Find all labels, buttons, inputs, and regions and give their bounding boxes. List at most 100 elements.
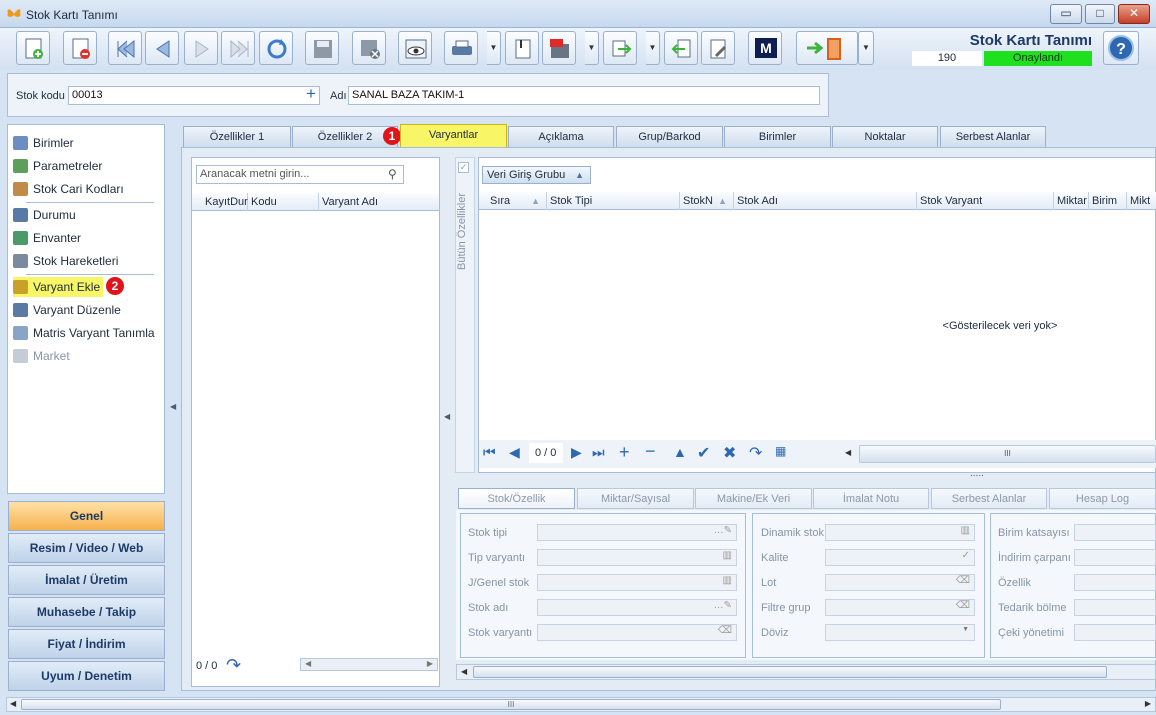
preview-button[interactable] [398,31,432,65]
scroll-right-icon[interactable]: ▶ [427,659,433,668]
nav-item-birimler[interactable]: Birimler [13,133,161,153]
dynamic-stock-field[interactable]: ▥ [825,524,975,541]
window-hscroll-thumb[interactable]: III [21,699,1001,710]
m-button[interactable]: M [748,31,782,65]
stock-variant-field[interactable]: ⌫ [537,624,737,641]
barcode-icon[interactable]: ▥ [723,575,732,586]
eraser-icon[interactable]: ⌫ [956,600,970,611]
fields-hscroll[interactable]: ◀ [456,664,1156,680]
plus-icon[interactable]: + [306,84,316,104]
nav-item-envanter[interactable]: Envanter [13,228,161,248]
search-input[interactable]: Aranacak metni girin... [196,165,404,184]
subtab-miktar[interactable]: Miktar/Sayısal [577,488,694,509]
splitter-grip[interactable]: ..... [970,468,984,479]
discount-factor-field[interactable] [1074,549,1156,566]
group-imalat[interactable]: İmalat / Üretim [8,565,165,595]
nav-item-durumu[interactable]: Durumu [13,205,161,225]
column-header[interactable]: Miktar [1054,192,1089,210]
column-header[interactable]: Stok Varyant [917,192,1054,210]
save-close-button[interactable] [352,31,386,65]
supply-split-field[interactable] [1074,599,1156,616]
pdf-button[interactable] [542,31,576,65]
column-header[interactable]: Kodu [248,193,319,211]
tab-serbest-alanlar[interactable]: Serbest Alanlar [940,126,1046,147]
last-record-icon[interactable]: ⏭ [592,444,605,461]
print-dropdown[interactable]: ▼ [487,31,501,65]
tab-grup-barkod[interactable]: Grup/Barkod [616,126,723,147]
general-stock-field[interactable]: ▥ [537,574,737,591]
print-button[interactable] [444,31,478,65]
collapse-mid-icon[interactable]: ◀ [444,412,450,421]
cancel-icon[interactable]: ✖ [723,443,736,463]
edit-icon[interactable]: …✎ [714,600,732,611]
scroll-right-icon[interactable]: ▶ [1145,699,1151,708]
move-up-icon[interactable]: ▲ [673,444,687,460]
maximize-button[interactable]: □ [1085,4,1115,24]
tab-aciklama[interactable]: Açıklama [508,126,614,147]
all-properties-checkbox[interactable]: ✓ [458,162,469,173]
column-header[interactable]: Varyant Adı [319,193,439,211]
nav-item-varyant-duzenle[interactable]: Varyant Düzenle [13,300,161,320]
column-header[interactable]: Mikt [1127,192,1156,210]
help-button[interactable]: ? [1103,31,1139,65]
refresh-button[interactable] [259,31,293,65]
main-grid-hscroll[interactable]: III [859,445,1156,463]
tools-button[interactable] [701,31,735,65]
stock-name-field[interactable]: …✎ [537,599,737,616]
column-header[interactable]: Stok Tipi [547,192,680,210]
group-genel[interactable]: Genel [8,501,165,531]
scroll-left-icon[interactable]: ◀ [845,448,851,457]
import-button[interactable] [664,31,698,65]
column-header[interactable]: Birim [1089,192,1127,210]
pdf-dropdown[interactable]: ▼ [585,31,599,65]
name-input[interactable]: SANAL BAZA TAKIM-1 [348,86,820,105]
column-header[interactable]: StokNo▲ [680,192,734,210]
save-button[interactable] [305,31,339,65]
tab-ozellikler-1[interactable]: Özellikler 1 [183,126,291,147]
chevron-down-icon[interactable]: ▼ [962,626,969,633]
currency-field[interactable]: ▼ [825,624,975,641]
add-record-icon[interactable]: + [619,442,630,463]
export-dropdown[interactable]: ▼ [646,31,660,65]
scroll-left-icon[interactable]: ◀ [305,659,311,668]
quality-field[interactable]: ✓ [825,549,975,566]
last-button[interactable] [221,31,255,65]
subtab-imalat-notu[interactable]: İmalat Notu [813,488,929,509]
eraser-icon[interactable]: ⌫ [718,625,732,636]
confirm-icon[interactable]: ✔ [697,443,710,463]
fields-hscroll-thumb[interactable] [473,666,1107,678]
refresh-icon[interactable]: ↷ [226,655,241,676]
eraser-icon[interactable]: ⌫ [956,575,970,586]
delete-button[interactable] [63,31,97,65]
group-resim[interactable]: Resim / Video / Web [8,533,165,563]
nav-item-varyant-ekle[interactable]: Varyant Ekle [13,277,103,297]
tab-varyantlar[interactable]: Varyantlar [400,124,507,148]
group-fiyat[interactable]: Fiyat / İndirim [8,629,165,659]
next-button[interactable] [184,31,218,65]
exit-button[interactable] [796,31,858,65]
scroll-left-icon[interactable]: ◀ [461,667,467,676]
remove-record-icon[interactable]: − [645,441,656,462]
barcode-icon[interactable]: ▥ [961,525,970,536]
type-variant-field[interactable]: ▥ [537,549,737,566]
stock-code-input[interactable]: 00013 [68,86,320,105]
group-uyum[interactable]: Uyum / Denetim [8,661,165,691]
grid-layout-icon[interactable]: ▦ [775,444,786,458]
first-record-icon[interactable]: ⏮ [483,444,496,461]
export-button[interactable] [603,31,637,65]
close-button[interactable]: ✕ [1118,4,1150,24]
exit-dropdown[interactable]: ▼ [858,31,874,65]
collapse-left-icon[interactable]: ◀ [170,402,176,411]
nav-item-matris-varyant[interactable]: Matris Varyant Tanımla [13,323,161,343]
minimize-button[interactable]: ▭ [1050,4,1082,24]
group-button[interactable]: Veri Giriş Grubu ▲ [482,166,591,184]
subtab-hesap-log[interactable]: Hesap Log [1049,488,1156,509]
tab-birimler[interactable]: Birimler [724,126,831,147]
prev-record-icon[interactable]: ◀ [509,444,520,461]
new-button[interactable] [16,31,50,65]
attach-button[interactable] [505,31,539,65]
variant-hscroll[interactable]: ◀ ▶ [300,658,438,671]
lot-field[interactable]: ⌫ [825,574,975,591]
stock-type-field[interactable]: …✎ [537,524,737,541]
barcode-icon[interactable]: ▥ [723,550,732,561]
